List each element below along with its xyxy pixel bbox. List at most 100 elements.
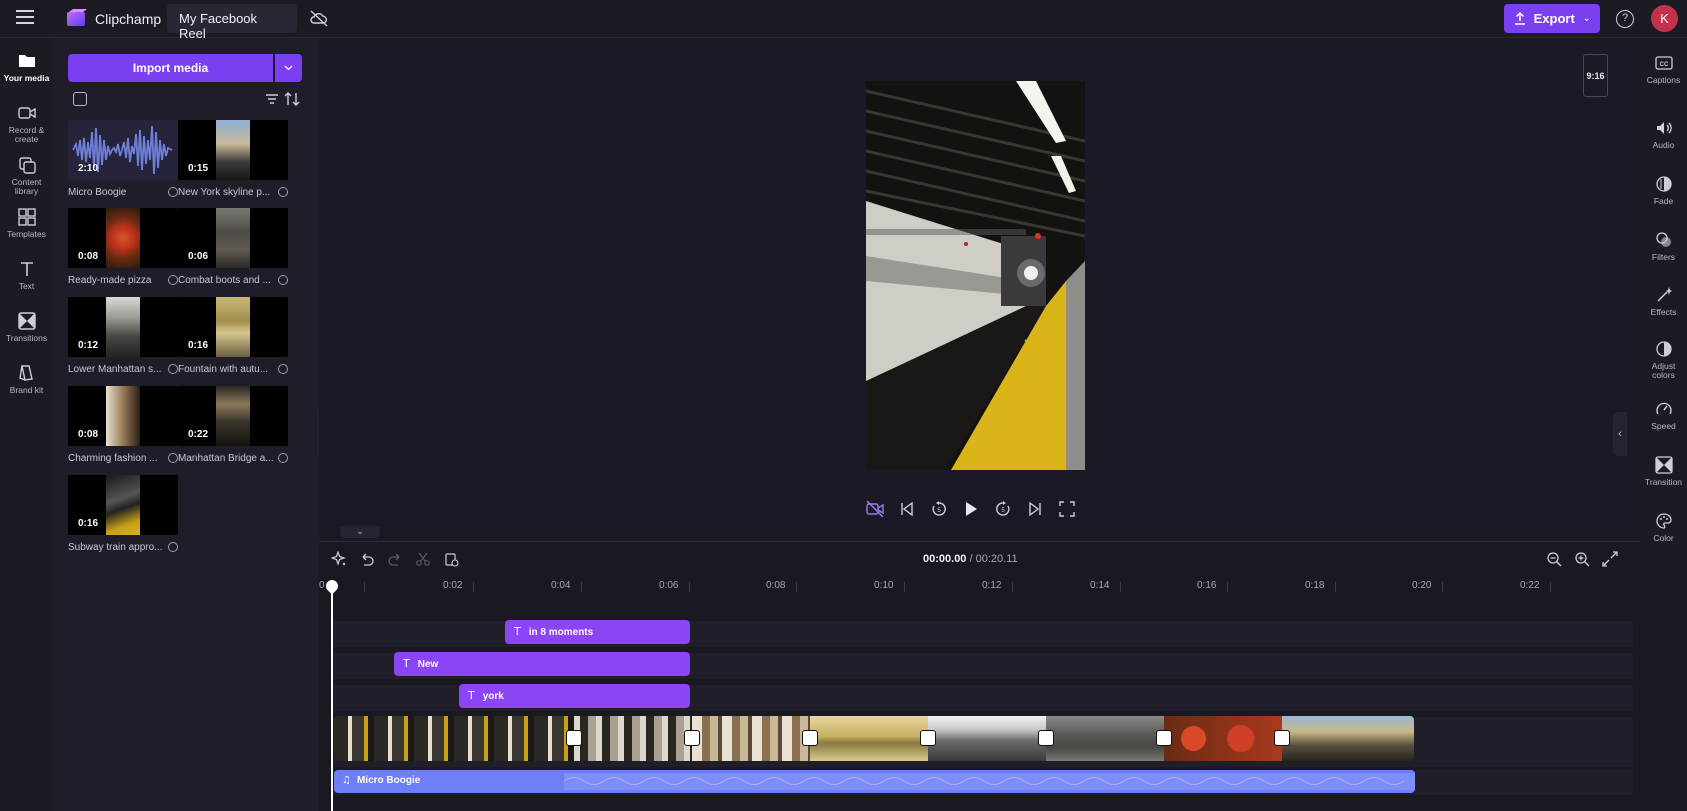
- tick-mark: [689, 582, 690, 592]
- transition-marker-icon[interactable]: [1274, 730, 1290, 746]
- transition-marker-icon[interactable]: [684, 730, 700, 746]
- video-clip[interactable]: [334, 716, 574, 761]
- nav-record-create[interactable]: Record & create: [0, 103, 53, 145]
- video-preview[interactable]: [866, 81, 1085, 470]
- rnav-captions[interactable]: CC Captions: [1640, 54, 1687, 85]
- collapse-properties-button[interactable]: ‹: [1613, 412, 1627, 456]
- media-item[interactable]: 0:15 New York skyline p...: [178, 120, 288, 200]
- import-media-button[interactable]: Import media: [68, 54, 273, 82]
- media-label: Fountain with autu...: [178, 364, 269, 375]
- text-clip[interactable]: Tyork: [459, 684, 690, 708]
- tick-mark: [1550, 582, 1551, 592]
- video-clip[interactable]: [1046, 716, 1164, 761]
- skip-forward-icon[interactable]: [1026, 500, 1044, 518]
- rnav-effects[interactable]: Effects: [1640, 286, 1687, 317]
- media-item[interactable]: 0:06 Combat boots and ...: [178, 208, 288, 288]
- filter-icon[interactable]: [265, 93, 279, 105]
- import-dropdown-button[interactable]: [275, 54, 302, 82]
- export-button[interactable]: Export ⌄: [1504, 4, 1600, 33]
- transition-marker-icon[interactable]: [920, 730, 936, 746]
- magic-icon[interactable]: [331, 551, 347, 567]
- check-circle-icon: [278, 364, 288, 374]
- nav-content-library[interactable]: Content library: [0, 155, 53, 197]
- camera-off-icon[interactable]: [866, 500, 884, 518]
- media-duration: 0:06: [188, 251, 209, 262]
- audio-clip[interactable]: ♫ Micro Boogie: [334, 770, 1415, 793]
- delete-icon[interactable]: [443, 551, 459, 567]
- transition-marker-icon[interactable]: [1156, 730, 1172, 746]
- zoom-in-icon[interactable]: [1574, 551, 1590, 567]
- tick-mark: [796, 582, 797, 592]
- check-circle-icon: [168, 453, 178, 463]
- rewind-5-icon[interactable]: 5: [930, 500, 948, 518]
- rnav-label: Effects: [1650, 307, 1677, 317]
- brand-kit-icon: [18, 365, 33, 381]
- rnav-filters[interactable]: Filters: [1640, 231, 1687, 262]
- scissors-icon[interactable]: [415, 551, 431, 567]
- fullscreen-icon[interactable]: [1058, 500, 1076, 518]
- media-label: New York skyline p...: [178, 187, 271, 198]
- nav-your-media[interactable]: Your media: [0, 51, 53, 83]
- video-clip[interactable]: [810, 716, 928, 761]
- timeline-ruler[interactable]: 0 0:02 0:04 0:06 0:08 0:10 0:12 0:14 0:1…: [319, 578, 1640, 596]
- rnav-adjust-colors[interactable]: Adjust colors: [1640, 340, 1687, 381]
- select-all-checkbox[interactable]: [73, 92, 87, 106]
- play-icon[interactable]: [962, 500, 980, 518]
- zoom-out-icon[interactable]: [1546, 551, 1562, 567]
- rnav-audio[interactable]: Audio: [1640, 119, 1687, 150]
- text-clip[interactable]: Tin 8 moments: [505, 620, 690, 644]
- redo-icon[interactable]: [387, 551, 403, 567]
- playhead[interactable]: [331, 583, 333, 811]
- rnav-color[interactable]: Color: [1640, 512, 1687, 543]
- library-icon: [18, 157, 36, 174]
- tick-label: 0:14: [1090, 580, 1110, 591]
- rnav-fade[interactable]: Fade: [1640, 175, 1687, 206]
- check-circle-icon: [168, 364, 178, 374]
- media-item[interactable]: 0:16 Fountain with autu...: [178, 297, 288, 377]
- transition-marker-icon[interactable]: [566, 730, 582, 746]
- nav-brand-kit[interactable]: Brand kit: [0, 363, 53, 395]
- tick-mark: [364, 582, 365, 592]
- video-clip[interactable]: [1282, 716, 1414, 761]
- export-label: Export: [1533, 11, 1575, 26]
- avatar[interactable]: K: [1651, 5, 1678, 32]
- check-circle-icon: [278, 187, 288, 197]
- speed-icon: [1655, 402, 1672, 415]
- collapse-preview-button[interactable]: ⌄: [340, 526, 380, 538]
- media-item[interactable]: 0:16 Subway train appro...: [68, 475, 178, 555]
- forward-5-icon[interactable]: 5: [994, 500, 1012, 518]
- media-duration: 0:16: [188, 340, 209, 351]
- undo-icon[interactable]: [359, 551, 375, 567]
- project-title[interactable]: My Facebook Reel: [167, 4, 297, 41]
- nav-templates[interactable]: Templates: [0, 207, 53, 239]
- video-clip[interactable]: [574, 716, 692, 761]
- transition-marker-icon[interactable]: [802, 730, 818, 746]
- rnav-transition[interactable]: Transition: [1640, 456, 1687, 487]
- nav-transitions[interactable]: Transitions: [0, 311, 53, 343]
- skip-back-icon[interactable]: [898, 500, 916, 518]
- text-clip-label: york: [482, 691, 504, 702]
- video-clip[interactable]: [928, 716, 1046, 761]
- effects-icon: [1656, 287, 1672, 302]
- help-icon[interactable]: ?: [1616, 10, 1634, 28]
- aspect-ratio-button[interactable]: 9:16: [1583, 54, 1608, 97]
- media-item[interactable]: 2:10 Micro Boogie: [68, 120, 178, 200]
- media-item[interactable]: 0:08 Ready-made pizza: [68, 208, 178, 288]
- media-item[interactable]: 0:22 Manhattan Bridge a...: [178, 386, 288, 466]
- nav-label: Your media: [3, 73, 50, 83]
- rnav-speed[interactable]: Speed: [1640, 400, 1687, 431]
- media-item[interactable]: 0:12 Lower Manhattan s...: [68, 297, 178, 377]
- video-clip[interactable]: [1164, 716, 1282, 761]
- video-clip[interactable]: [692, 716, 810, 761]
- text-clip[interactable]: T New: [394, 652, 690, 676]
- filters-icon: [1655, 232, 1671, 247]
- cloud-off-icon[interactable]: [309, 9, 329, 27]
- transition-marker-icon[interactable]: [1038, 730, 1054, 746]
- media-label: Micro Boogie: [68, 187, 127, 198]
- menu-icon[interactable]: [16, 10, 34, 26]
- timecode: 00:00.00 / 00:20.11: [923, 553, 1018, 565]
- media-item[interactable]: 0:08 Charming fashion ...: [68, 386, 178, 466]
- fit-timeline-icon[interactable]: [1602, 551, 1618, 567]
- sort-icon[interactable]: [284, 91, 300, 107]
- nav-text[interactable]: Text: [0, 259, 53, 291]
